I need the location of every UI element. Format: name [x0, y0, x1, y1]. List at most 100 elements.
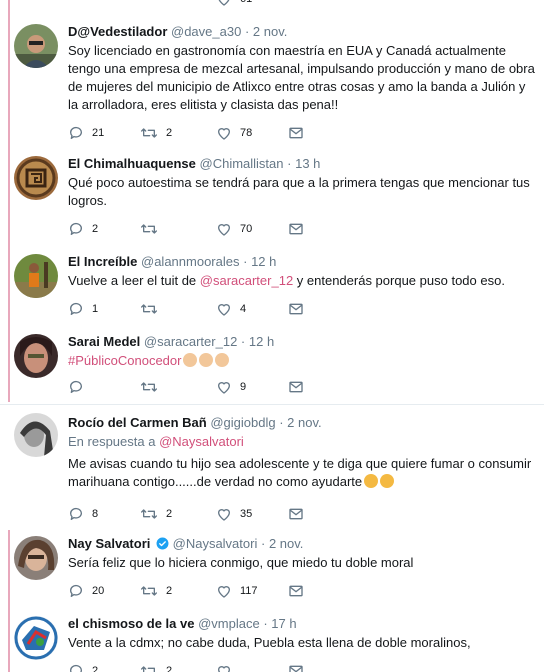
tweet[interactable]: Rocío del Carmen Bañ @gigiobdlg · 2 nov.…: [0, 404, 544, 528]
avatar[interactable]: [14, 536, 58, 580]
tweet[interactable]: Sarai Medel @saracarter_12 · 12 h #Públi…: [0, 328, 544, 400]
reply-button[interactable]: 2: [68, 220, 98, 238]
display-name[interactable]: D@Vedestilador: [68, 24, 167, 39]
avatar[interactable]: [14, 334, 58, 378]
tweet[interactable]: el chismoso de la ve @vmplace · 17 h Ven…: [0, 610, 544, 672]
reply-count: 8: [92, 508, 99, 520]
like-button[interactable]: 9: [216, 378, 246, 396]
hashtag-link[interactable]: #PúblicoConocedor: [68, 353, 181, 368]
tweet-text: Sería feliz que lo hiciera conmigo, que …: [68, 555, 414, 570]
separator-dot: ·: [240, 334, 246, 349]
reply-button[interactable]: 8: [68, 505, 98, 523]
like-button[interactable]: 35: [216, 505, 252, 523]
username[interactable]: @saracarter_12: [144, 334, 237, 349]
timestamp[interactable]: 13 h: [295, 156, 320, 171]
timestamp[interactable]: 12 h: [251, 254, 276, 269]
direct-message-button[interactable]: [288, 582, 304, 600]
like-count: 9: [240, 381, 247, 393]
tweet[interactable]: El Increíble @alannmoorales · 12 h Vuelv…: [0, 248, 544, 323]
direct-message-button[interactable]: [288, 220, 304, 238]
woman-shrugging-emoji-icon: [364, 474, 379, 488]
clapping-hands-emoji-icon: [183, 353, 198, 367]
direct-message-button[interactable]: [288, 300, 304, 318]
like-button[interactable]: 117: [216, 582, 258, 600]
avatar[interactable]: [14, 254, 58, 298]
reply-count: 2: [92, 223, 99, 235]
retweet-button[interactable]: 2: [140, 662, 172, 672]
like-button[interactable]: 70: [216, 220, 252, 238]
direct-message-button[interactable]: [288, 378, 304, 396]
reply-icon: [69, 302, 82, 315]
heart-icon: [217, 382, 231, 394]
retweet-icon: [141, 509, 157, 519]
tweet[interactable]: El Chimalhuaquense @Chimallistan · 13 h …: [0, 150, 544, 245]
tweet-partial-actions: 61: [0, 0, 544, 8]
avatar[interactable]: [14, 616, 58, 660]
mention-link[interactable]: @saracarter_12: [200, 273, 293, 288]
tweet-text: Qué poco autoestima se tendrá para que a…: [68, 175, 530, 208]
retweet-button[interactable]: 2: [140, 505, 172, 523]
display-name[interactable]: El Chimalhuaquense: [68, 156, 196, 171]
reply-button[interactable]: 2: [68, 662, 98, 672]
envelope-icon: [289, 127, 303, 139]
heart-icon: [217, 586, 231, 598]
separator-dot: ·: [243, 254, 248, 269]
timestamp[interactable]: 2 nov.: [253, 24, 287, 39]
retweet-count: 2: [166, 508, 173, 520]
avatar[interactable]: [14, 24, 58, 68]
like-button[interactable]: ...: [216, 662, 249, 672]
display-name[interactable]: el chismoso de la ve: [68, 616, 194, 631]
direct-message-button[interactable]: [288, 505, 304, 523]
retweet-button[interactable]: 2: [140, 582, 172, 600]
username[interactable]: @Chimallistan: [200, 156, 284, 171]
separator-dot: ·: [287, 156, 292, 171]
timestamp[interactable]: 17 h: [271, 616, 296, 631]
username[interactable]: @Naysalvatori: [173, 536, 258, 551]
like-count: 78: [240, 127, 253, 139]
avatar[interactable]: [14, 156, 58, 200]
like-count: 4: [240, 303, 247, 315]
username[interactable]: @alannmoorales: [141, 254, 239, 269]
envelope-icon: [289, 381, 303, 393]
avatar[interactable]: [14, 413, 58, 457]
display-name[interactable]: Rocío del Carmen Bañ: [68, 415, 207, 430]
reply-icon: [69, 222, 82, 235]
username[interactable]: @dave_a30: [171, 24, 241, 39]
retweet-button[interactable]: [140, 300, 166, 318]
retweet-count: 2: [166, 585, 173, 597]
retweet-button[interactable]: [140, 220, 166, 238]
retweet-button[interactable]: [140, 378, 166, 396]
username[interactable]: @gigiobdlg: [210, 415, 275, 430]
timestamp[interactable]: 12 h: [249, 334, 274, 349]
retweet-icon: [141, 382, 157, 392]
display-name[interactable]: El Increíble: [68, 254, 137, 269]
conversation-feed: 61 D@Vedestilador @dave_a30 · 2 nov. Soy…: [0, 0, 544, 672]
tweet-text-part: Me avisas cuando tu hijo sea adolescente…: [68, 456, 532, 489]
timestamp[interactable]: 2 nov.: [287, 415, 321, 430]
verified-badge-icon: [156, 537, 169, 550]
heart-icon: [217, 224, 231, 236]
tweet[interactable]: Nay Salvatori @Naysalvatori · 2 nov. Ser…: [0, 530, 544, 605]
clapping-hands-emoji-icon: [215, 353, 230, 367]
mention-link[interactable]: @Naysalvatori: [159, 434, 244, 449]
reply-count: 20: [92, 585, 105, 597]
tweet[interactable]: D@Vedestilador @dave_a30 · 2 nov. Soy li…: [0, 18, 544, 148]
separator-dot: ·: [244, 24, 250, 39]
reply-button[interactable]: 21: [68, 124, 104, 142]
reply-button[interactable]: 1: [68, 300, 98, 318]
timestamp[interactable]: 2 nov.: [269, 536, 303, 551]
display-name[interactable]: Sarai Medel: [68, 334, 140, 349]
direct-message-button[interactable]: [288, 124, 304, 142]
display-name[interactable]: Nay Salvatori: [68, 536, 150, 551]
like-button[interactable]: 4: [216, 300, 246, 318]
username[interactable]: @vmplace: [198, 616, 260, 631]
like-button[interactable]: 78: [216, 124, 252, 142]
like-count: 61: [240, 0, 252, 8]
woman-shrugging-emoji-icon: [380, 474, 395, 488]
like-button[interactable]: 61: [216, 0, 252, 8]
retweet-button[interactable]: 2: [140, 124, 172, 142]
reply-button[interactable]: [68, 378, 92, 396]
replying-to-label: En respuesta a: [68, 434, 160, 449]
reply-button[interactable]: 20: [68, 582, 104, 600]
direct-message-button[interactable]: [288, 662, 304, 672]
